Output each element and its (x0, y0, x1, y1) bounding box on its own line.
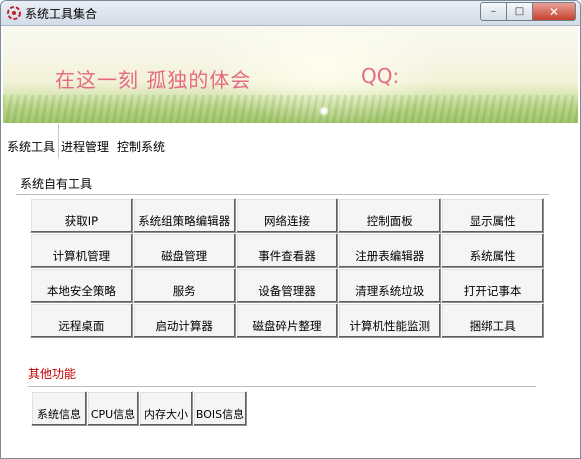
remote-desktop-button[interactable]: 远程桌面 (30, 303, 133, 338)
registry-editor-button[interactable]: 注册表编辑器 (338, 233, 442, 268)
minimize-button[interactable]: – (480, 2, 507, 21)
memory-size-button[interactable]: 内存大小 (139, 391, 193, 426)
launch-calculator-button[interactable]: 启动计算器 (132, 303, 236, 338)
clean-system-junk-button[interactable]: 清理系统垃圾 (338, 268, 442, 303)
minimize-icon: – (491, 6, 496, 17)
device-manager-button[interactable]: 设备管理器 (235, 268, 339, 303)
disk-defragment-button[interactable]: 磁盘碎片整理 (235, 303, 339, 338)
tab-system-tools[interactable]: 系统工具 (3, 124, 59, 158)
other-tools-row: 系统信息 CPU信息 内存大小 BOIS信息 (31, 391, 247, 426)
bios-info-button[interactable]: BOIS信息 (193, 391, 247, 426)
group-label-other: 其他功能 (28, 367, 77, 381)
system-info-button[interactable]: 系统信息 (31, 391, 87, 426)
group-label-builtin: 系统自有工具 (20, 177, 93, 191)
tool-button-grid: 获取IP 系统组策略编辑器 网络连接 控制面板 显示属性 计算机管理 磁盘管理 … (30, 198, 544, 338)
close-button[interactable]: ✕ (533, 2, 576, 21)
app-icon (7, 6, 21, 20)
local-security-policy-button[interactable]: 本地安全策略 (30, 268, 133, 303)
tab-panel-system-tools: 系统自有工具 获取IP 系统组策略编辑器 网络连接 控制面板 显示属性 计算机管… (3, 158, 578, 456)
group-divider-other (28, 386, 536, 388)
disk-management-button[interactable]: 磁盘管理 (132, 233, 236, 268)
event-viewer-button[interactable]: 事件查看器 (235, 233, 339, 268)
banner-slogan: 在这一刻 孤独的体会 (55, 68, 252, 92)
dandelion-decoration (319, 106, 329, 116)
cpu-info-button[interactable]: CPU信息 (87, 391, 139, 426)
control-panel-button[interactable]: 控制面板 (338, 198, 442, 233)
title-bar[interactable]: 系统工具集合 – □ ✕ (1, 1, 580, 26)
app-window: 系统工具集合 – □ ✕ 在这一刻 孤独的体会 QQ: 系统工具 进程管理 控制… (0, 0, 581, 459)
get-ip-button[interactable]: 获取IP (30, 198, 133, 233)
bundle-tool-button[interactable]: 捆绑工具 (441, 303, 544, 338)
display-properties-button[interactable]: 显示属性 (441, 198, 544, 233)
system-properties-button[interactable]: 系统属性 (441, 233, 544, 268)
performance-monitor-button[interactable]: 计算机性能监测 (338, 303, 442, 338)
maximize-button[interactable]: □ (507, 2, 533, 21)
tab-process-management[interactable]: 进程管理 (61, 138, 109, 155)
group-divider-builtin (16, 194, 549, 196)
banner-qq: QQ: (361, 64, 400, 88)
group-policy-editor-button[interactable]: 系统组策略编辑器 (132, 198, 236, 233)
network-connections-button[interactable]: 网络连接 (235, 198, 339, 233)
window-title: 系统工具集合 (25, 7, 98, 21)
tab-control-system[interactable]: 控制系统 (117, 138, 165, 155)
banner-grass (3, 95, 578, 123)
tab-strip: 系统工具 进程管理 控制系统 (3, 124, 578, 158)
header-banner: 在这一刻 孤独的体会 QQ: (3, 26, 578, 123)
services-button[interactable]: 服务 (132, 268, 236, 303)
open-notepad-button[interactable]: 打开记事本 (441, 268, 544, 303)
close-icon: ✕ (548, 4, 560, 19)
maximize-icon: □ (514, 6, 525, 17)
computer-management-button[interactable]: 计算机管理 (30, 233, 133, 268)
